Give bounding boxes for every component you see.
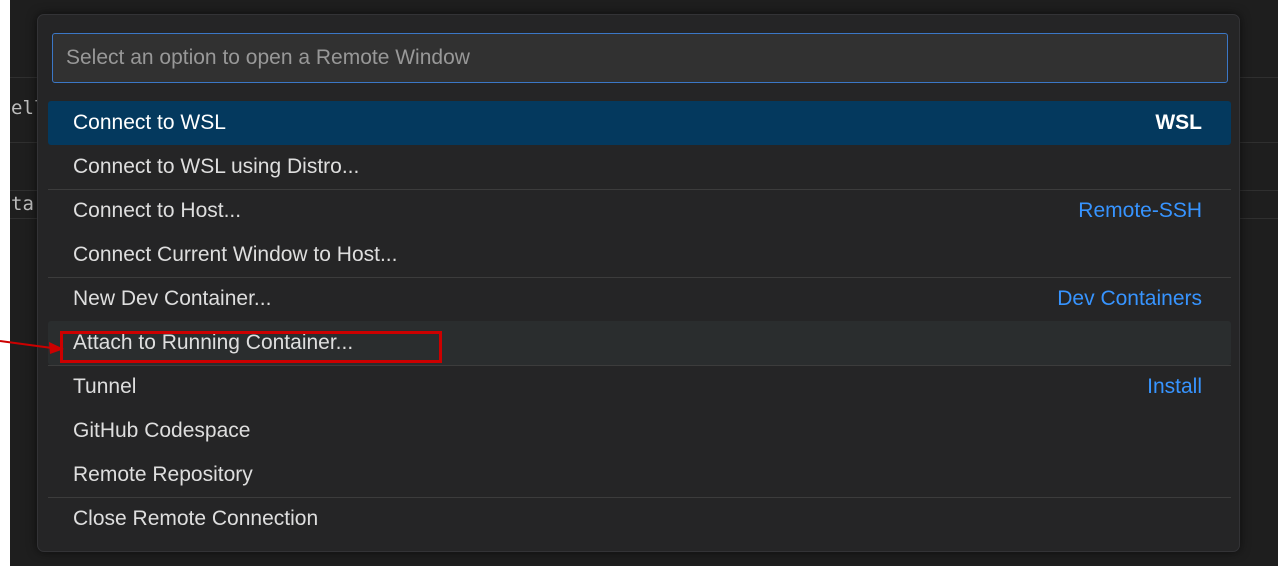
group-separator xyxy=(48,365,1231,366)
quick-pick-item-attach-to-running-container[interactable]: Attach to Running Container... xyxy=(48,321,1231,365)
quick-pick-item-label: New Dev Container... xyxy=(73,287,272,310)
quick-pick-item-label: Connect to WSL xyxy=(73,111,226,134)
group-separator xyxy=(48,277,1231,278)
quick-pick-item-label: Close Remote Connection xyxy=(73,507,319,530)
quick-pick-item-connect-to-wsl-distro[interactable]: Connect to WSL using Distro... xyxy=(48,145,1231,189)
quick-pick-item-label: Connect Current Window to Host... xyxy=(73,243,398,266)
quick-pick-item-label: Attach to Running Container... xyxy=(73,331,354,354)
quick-pick-item-connect-current-window-to-host[interactable]: Connect Current Window to Host... xyxy=(48,233,1231,277)
quick-pick-item-label: Remote Repository xyxy=(73,463,253,486)
quick-pick-item-label: Tunnel xyxy=(73,375,137,398)
quick-pick-item-remote-repository[interactable]: Remote Repository xyxy=(48,453,1231,497)
quick-pick-item-connect-to-wsl[interactable]: Connect to WSL WSL xyxy=(48,101,1231,145)
quick-pick-input[interactable]: Select an option to open a Remote Window xyxy=(52,33,1228,83)
quick-pick-item-github-codespace[interactable]: GitHub Codespace xyxy=(48,409,1231,453)
quick-pick-item-tunnel[interactable]: Tunnel Install xyxy=(48,365,1231,409)
quick-pick-group-label: Dev Containers xyxy=(1057,287,1202,310)
quick-pick-item-connect-to-host[interactable]: Connect to Host... Remote-SSH xyxy=(48,189,1231,233)
remote-window-quick-pick: Select an option to open a Remote Window… xyxy=(37,14,1240,552)
quick-pick-item-label: Connect to WSL using Distro... xyxy=(73,155,360,178)
group-separator xyxy=(48,189,1231,190)
quick-pick-item-close-remote-connection[interactable]: Close Remote Connection xyxy=(48,497,1231,541)
quick-pick-item-label: GitHub Codespace xyxy=(73,419,251,442)
group-separator xyxy=(48,497,1231,498)
install-link[interactable]: Install xyxy=(1147,365,1202,409)
quick-pick-group-label: WSL xyxy=(1155,111,1202,134)
quick-pick-item-new-dev-container[interactable]: New Dev Container... Dev Containers xyxy=(48,277,1231,321)
quick-pick-list: Connect to WSL WSL Connect to WSL using … xyxy=(48,101,1231,541)
quick-pick-group-label: Remote-SSH xyxy=(1078,199,1202,222)
editor-text-fragment: ta xyxy=(11,193,34,215)
quick-pick-item-label: Connect to Host... xyxy=(73,199,242,222)
annotation-arrow-icon xyxy=(0,340,64,354)
screenshot-stage: ell ta Select an option to open a Remote… xyxy=(0,0,1278,569)
